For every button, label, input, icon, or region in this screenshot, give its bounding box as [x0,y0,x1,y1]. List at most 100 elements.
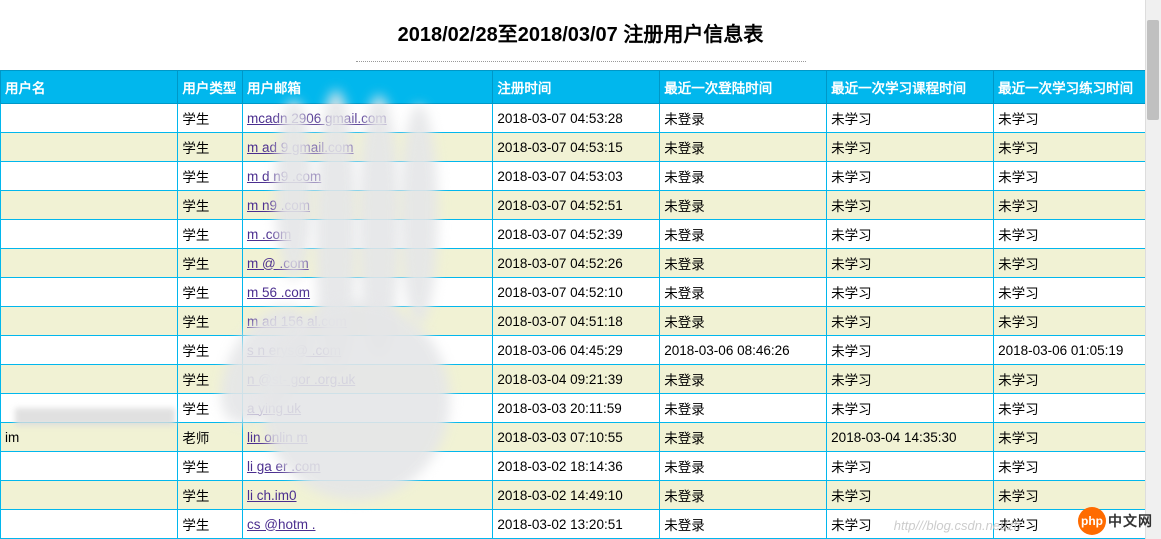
cell-email[interactable]: m @ .com [243,249,493,278]
cell-lastpractice: 2018-03-06 01:05:19 [994,336,1161,365]
cell-regtime: 2018-03-07 04:53:03 [493,162,660,191]
cell-lastpractice: 未学习 [994,365,1161,394]
cell-lastpractice: 未学习 [994,452,1161,481]
cell-username [1,191,178,220]
table-row: 学生m @ .com2018-03-07 04:52:26未登录未学习未学习 [1,249,1161,278]
cell-lastlogin: 未登录 [660,394,827,423]
cell-lastpractice: 未学习 [994,307,1161,336]
cell-laststudy: 未学习 [827,336,994,365]
table-row: 学生a ying uk2018-03-03 20:11:59未登录未学习未学习 [1,394,1161,423]
email-link[interactable]: s n erys@ .com [247,343,341,358]
cell-laststudy: 未学习 [827,133,994,162]
cell-lastpractice: 未学习 [994,191,1161,220]
cell-email[interactable]: li ch.im0 [243,481,493,510]
email-link[interactable]: li ga er .com [247,459,321,474]
badge-text: 中文网 [1108,511,1153,531]
email-link[interactable]: m d n9 .com [247,169,321,184]
email-link[interactable]: m ad 9 gmail.com [247,140,354,155]
cell-username [1,104,178,133]
scrollbar[interactable] [1145,0,1161,539]
cell-email[interactable]: n @st- gor .org.uk [243,365,493,394]
cell-email[interactable]: a ying uk [243,394,493,423]
cell-username [1,249,178,278]
cell-email[interactable]: m n9 .com [243,191,493,220]
cell-email[interactable]: m 56 .com [243,278,493,307]
cell-username [1,481,178,510]
cell-type: 学生 [178,162,243,191]
page-container: 2018/02/28至2018/03/07 注册用户信息表 用户名 用户类型 用… [0,0,1161,539]
cell-username [1,394,178,423]
site-badge: php 中文网 [1078,507,1153,535]
cell-type: 学生 [178,220,243,249]
cell-lastpractice: 未学习 [994,481,1161,510]
cell-type: 学生 [178,104,243,133]
col-regtime: 注册时间 [493,71,660,104]
email-link[interactable]: m @ .com [247,256,309,271]
cell-lastpractice: 未学习 [994,133,1161,162]
cell-username [1,133,178,162]
col-email: 用户邮箱 [243,71,493,104]
scrollbar-thumb[interactable] [1147,20,1159,120]
cell-regtime: 2018-03-03 20:11:59 [493,394,660,423]
cell-email[interactable]: cs @hotm . [243,510,493,539]
cell-type: 学生 [178,365,243,394]
cell-lastpractice: 未学习 [994,249,1161,278]
cell-laststudy: 未学习 [827,481,994,510]
cell-regtime: 2018-03-07 04:51:18 [493,307,660,336]
cell-email[interactable]: m d n9 .com [243,162,493,191]
cell-username [1,307,178,336]
cell-laststudy: 未学习 [827,278,994,307]
cell-email[interactable]: m ad 156 al.com [243,307,493,336]
cell-lastpractice: 未学习 [994,423,1161,452]
cell-type: 学生 [178,452,243,481]
cell-lastlogin: 未登录 [660,307,827,336]
cell-email[interactable]: m .com [243,220,493,249]
email-link[interactable]: m ad 156 al.com [247,314,347,329]
col-lastlogin: 最近一次登陆时间 [660,71,827,104]
cell-email[interactable]: m ad 9 gmail.com [243,133,493,162]
cell-username [1,452,178,481]
email-link[interactable]: a ying uk [247,401,301,416]
cell-laststudy: 未学习 [827,249,994,278]
table-row: im老师lin onlin m2018-03-03 07:10:55未登录201… [1,423,1161,452]
cell-laststudy: 未学习 [827,220,994,249]
cell-type: 学生 [178,394,243,423]
cell-email[interactable]: li ga er .com [243,452,493,481]
cell-username [1,220,178,249]
cell-type: 学生 [178,307,243,336]
cell-type: 学生 [178,510,243,539]
cell-laststudy: 未学习 [827,162,994,191]
cell-laststudy: 未学习 [827,394,994,423]
email-link[interactable]: li ch.im0 [247,488,297,503]
cell-regtime: 2018-03-03 07:10:55 [493,423,660,452]
cell-lastpractice: 未学习 [994,220,1161,249]
email-link[interactable]: mcadn 2906 gmail.com [247,111,387,126]
email-link[interactable]: cs @hotm . [247,517,315,532]
cell-laststudy: 未学习 [827,307,994,336]
email-link[interactable]: m 56 .com [247,285,310,300]
cell-username [1,365,178,394]
cell-lastlogin: 未登录 [660,278,827,307]
table-row: 学生m ad 156 al.com2018-03-07 04:51:18未登录未… [1,307,1161,336]
col-laststudy: 最近一次学习课程时间 [827,71,994,104]
col-type: 用户类型 [178,71,243,104]
email-link[interactable]: n @st- gor .org.uk [247,372,355,387]
cell-lastpractice: 未学习 [994,394,1161,423]
email-link[interactable]: m .com [247,227,291,242]
cell-lastlogin: 未登录 [660,365,827,394]
cell-type: 学生 [178,133,243,162]
email-link[interactable]: lin onlin m [247,430,308,445]
cell-username [1,336,178,365]
cell-lastlogin: 未登录 [660,104,827,133]
cell-email[interactable]: lin onlin m [243,423,493,452]
cell-regtime: 2018-03-02 18:14:36 [493,452,660,481]
cell-type: 学生 [178,249,243,278]
email-link[interactable]: m n9 .com [247,198,310,213]
cell-regtime: 2018-03-07 04:53:28 [493,104,660,133]
table-row: 学生m .com2018-03-07 04:52:39未登录未学习未学习 [1,220,1161,249]
cell-regtime: 2018-03-06 04:45:29 [493,336,660,365]
cell-regtime: 2018-03-07 04:52:26 [493,249,660,278]
cell-email[interactable]: mcadn 2906 gmail.com [243,104,493,133]
cell-email[interactable]: s n erys@ .com [243,336,493,365]
page-title: 2018/02/28至2018/03/07 注册用户信息表 [356,0,806,62]
